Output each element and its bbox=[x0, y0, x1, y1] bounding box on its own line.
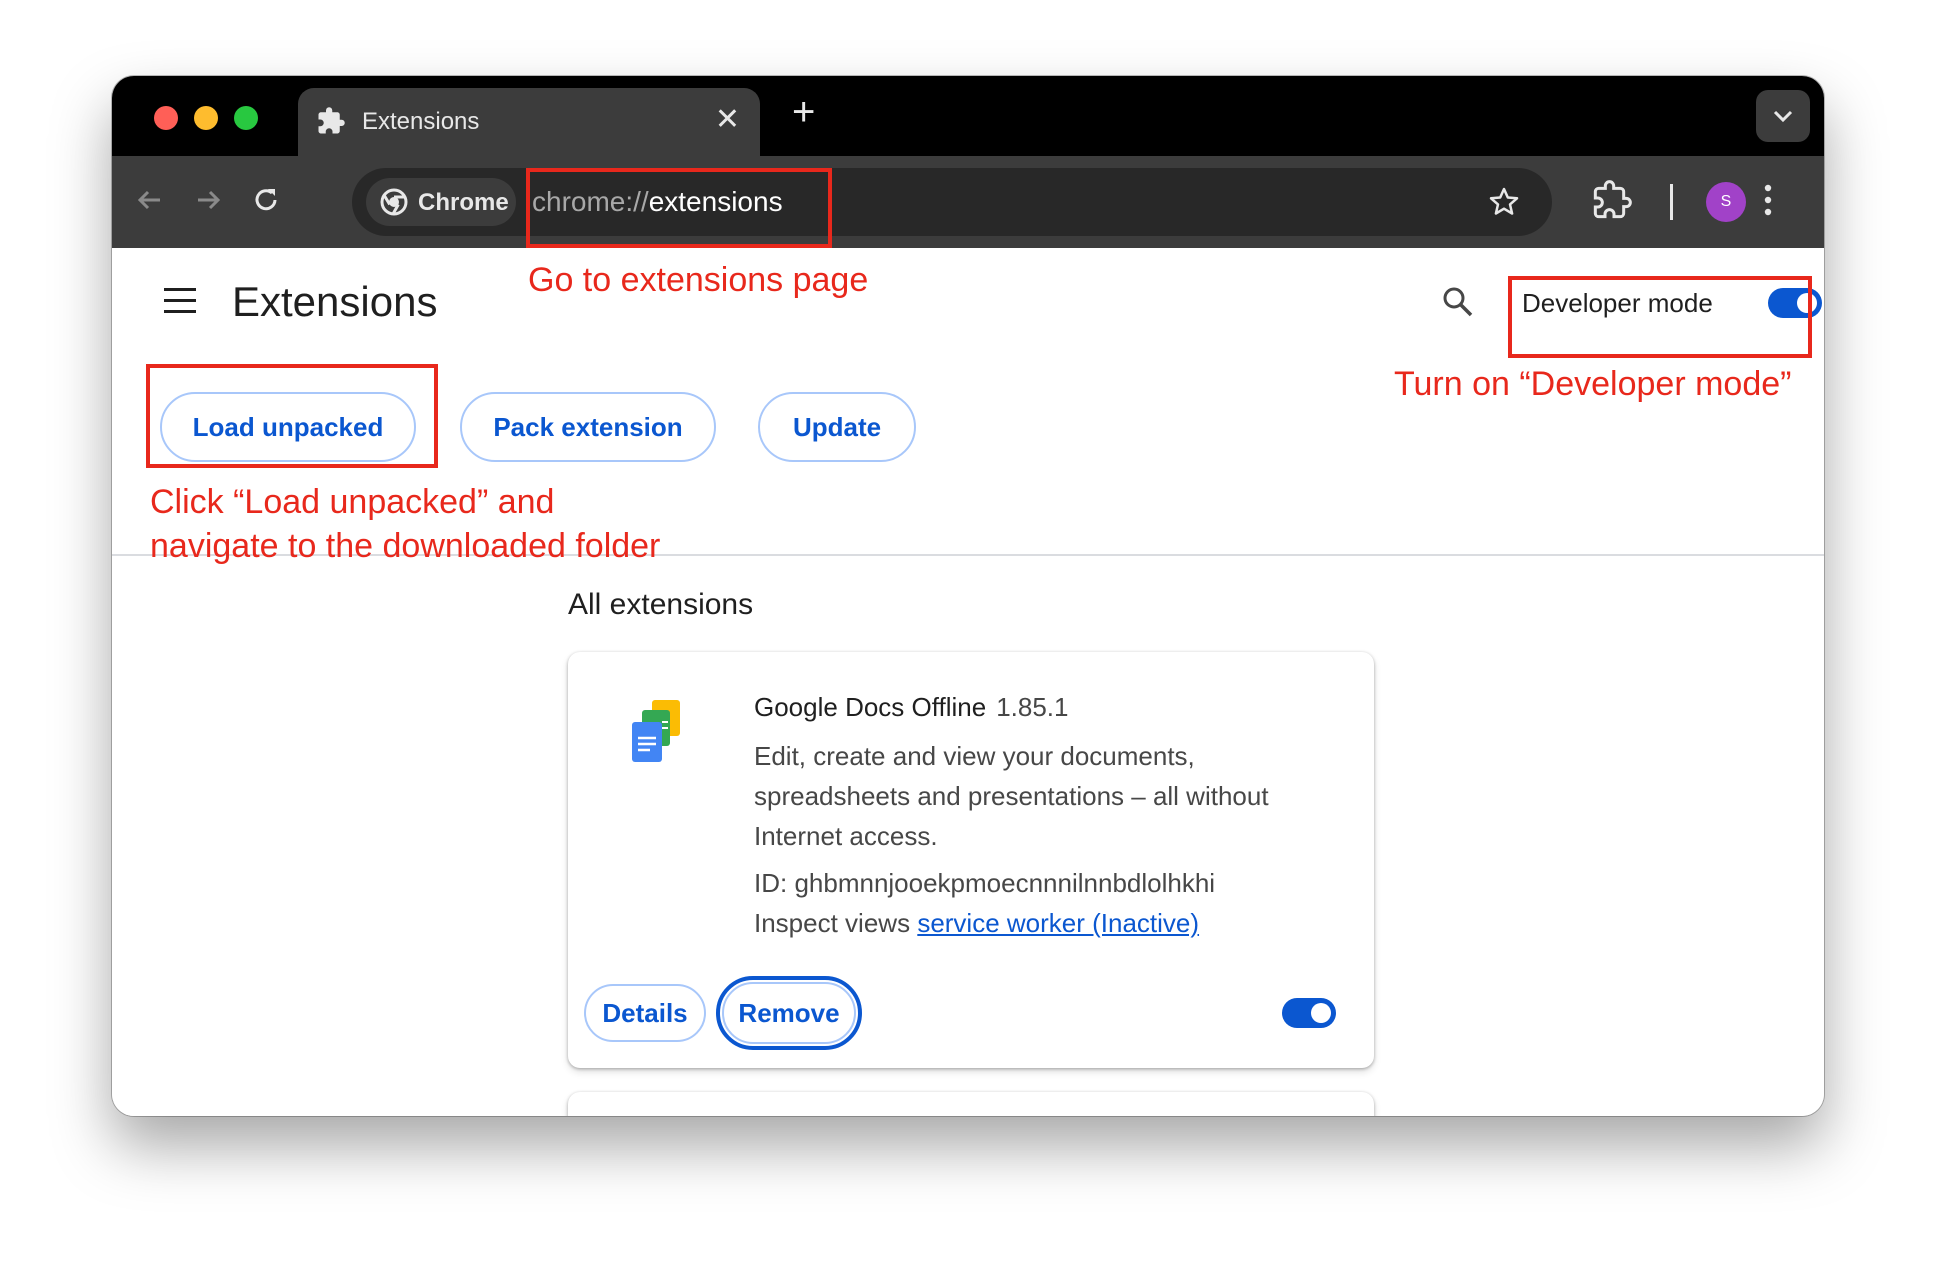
update-button[interactable]: Update bbox=[758, 392, 916, 462]
annotation-box-url bbox=[526, 168, 832, 248]
tab-extensions[interactable]: Extensions ✕ bbox=[298, 88, 760, 156]
forward-arrow-icon[interactable] bbox=[188, 180, 228, 220]
extension-card-next bbox=[568, 1092, 1374, 1116]
annotation-load-unpacked-line2: navigate to the downloaded folder bbox=[150, 527, 661, 565]
details-button[interactable]: Details bbox=[584, 984, 706, 1042]
inspect-views: Inspect views service worker (Inactive) bbox=[754, 908, 1199, 939]
remove-button[interactable]: Remove bbox=[722, 982, 856, 1044]
browser-toolbar: Chrome chrome://extensions S bbox=[112, 156, 1824, 248]
pack-extension-button[interactable]: Pack extension bbox=[460, 392, 716, 462]
service-worker-link[interactable]: service worker (Inactive) bbox=[917, 908, 1199, 938]
annotation-go-to-page: Go to extensions page bbox=[528, 261, 869, 299]
extension-version: 1.85.1 bbox=[996, 692, 1069, 722]
site-info-chip[interactable]: Chrome bbox=[366, 178, 516, 226]
chevron-down-icon bbox=[1773, 110, 1793, 123]
maximize-window-button[interactable] bbox=[234, 106, 258, 130]
search-icon[interactable] bbox=[1440, 284, 1476, 320]
extension-enable-toggle[interactable] bbox=[1282, 998, 1336, 1028]
puzzle-icon bbox=[318, 107, 345, 134]
inspect-views-label: Inspect views bbox=[754, 908, 911, 938]
tab-search-button[interactable] bbox=[1756, 90, 1810, 142]
annotation-box-load-unpacked bbox=[146, 364, 438, 468]
extension-name: Google Docs Offline 1.85.1 bbox=[754, 692, 1069, 723]
extensions-puzzle-icon[interactable] bbox=[1592, 178, 1632, 222]
tab-close-icon[interactable]: ✕ bbox=[715, 104, 740, 136]
extension-title: Google Docs Offline bbox=[754, 692, 987, 722]
annotation-load-unpacked-line1: Click “Load unpacked” and bbox=[150, 483, 555, 521]
bookmark-star-icon[interactable] bbox=[1486, 184, 1522, 220]
close-window-button[interactable] bbox=[154, 106, 178, 130]
extension-description: Edit, create and view your documents, sp… bbox=[754, 741, 1269, 851]
tab-title: Extensions bbox=[362, 108, 480, 135]
menu-hamburger-icon[interactable] bbox=[164, 288, 196, 314]
chrome-logo-icon bbox=[380, 188, 408, 216]
annotation-developer-mode: Turn on “Developer mode” bbox=[1394, 365, 1792, 403]
title-bar: Extensions ✕ + bbox=[112, 76, 1824, 156]
section-title: All extensions bbox=[568, 588, 754, 621]
minimize-window-button[interactable] bbox=[194, 106, 218, 130]
profile-avatar[interactable]: S bbox=[1706, 182, 1746, 222]
browser-window: Extensions ✕ + Chrome chrome://extension… bbox=[112, 76, 1824, 1116]
annotation-box-developer-mode bbox=[1508, 276, 1812, 358]
new-tab-button[interactable]: + bbox=[792, 92, 815, 132]
extension-id: ID: ghbmnnjooekpmoecnnnilnnbdlolhkhi bbox=[754, 868, 1216, 898]
extension-card: Google Docs Offline 1.85.1 Edit, create a… bbox=[568, 652, 1374, 1068]
reload-icon[interactable] bbox=[246, 180, 286, 220]
toolbar-divider bbox=[1670, 184, 1673, 220]
back-arrow-icon[interactable] bbox=[130, 180, 170, 220]
page-title: Extensions bbox=[232, 278, 438, 325]
chip-label: Chrome bbox=[418, 189, 509, 216]
more-menu-icon[interactable] bbox=[1758, 178, 1778, 222]
google-docs-icon bbox=[632, 700, 680, 762]
